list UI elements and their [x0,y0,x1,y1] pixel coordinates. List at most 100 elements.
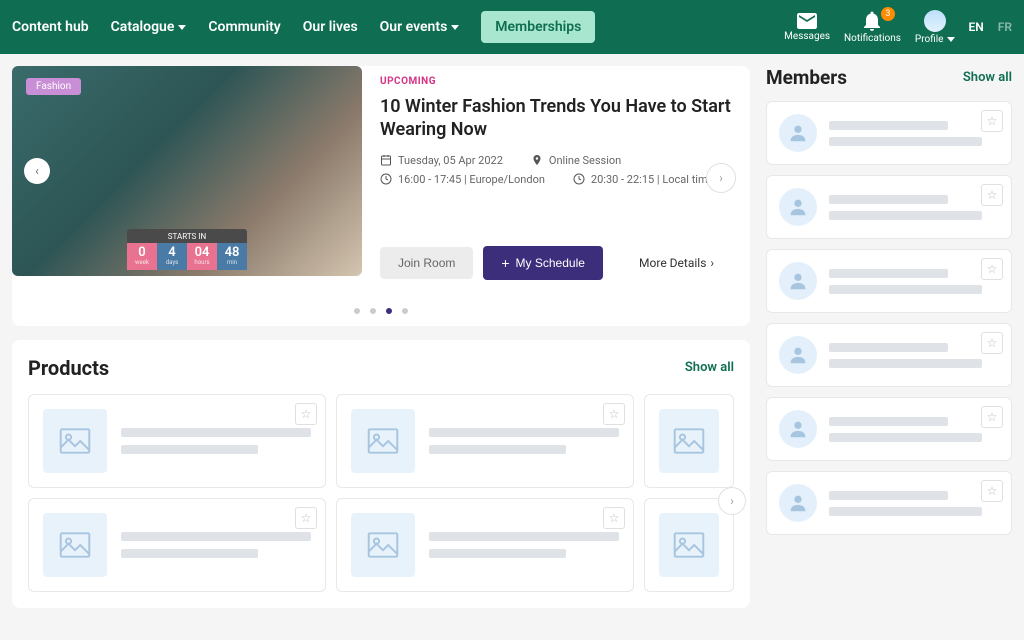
member-name-placeholder [829,269,948,278]
favorite-button[interactable]: ☆ [603,507,625,529]
chevron-down-icon [451,25,459,30]
calendar-icon [380,154,392,166]
product-card-partial[interactable] [644,498,734,592]
star-icon: ☆ [987,188,998,202]
member-name-placeholder [829,417,948,426]
star-icon: ☆ [301,407,312,421]
notification-badge: 3 [881,7,895,21]
event-date-text: Tuesday, 05 Apr 2022 [398,154,503,167]
carousel-next-button[interactable]: › [706,163,736,193]
messages-button[interactable]: Messages [784,13,830,42]
favorite-button[interactable]: ☆ [981,110,1003,132]
member-role-placeholder [829,137,982,146]
product-subtitle-placeholder [121,549,258,558]
member-card[interactable]: ☆ [766,101,1012,165]
product-card-partial[interactable] [644,394,734,488]
event-time-local-text: 20:30 - 22:15 | Local time [591,173,714,186]
favorite-button[interactable]: ☆ [603,403,625,425]
product-image-placeholder [43,513,107,577]
member-avatar [779,188,817,226]
favorite-button[interactable]: ☆ [295,403,317,425]
nav-our-events[interactable]: Our events [380,19,460,35]
member-card[interactable]: ☆ [766,471,1012,535]
countdown: STARTS IN 0 week 4 days 04 [127,229,247,270]
products-title: Products [28,356,109,380]
countdown-days: 4 days [157,243,187,270]
product-card[interactable]: ☆ [336,498,634,592]
profile-button[interactable]: Profile [915,10,955,45]
member-avatar [779,114,817,152]
join-room-button[interactable]: Join Room [380,247,473,279]
messages-label: Messages [784,31,830,42]
carousel-prev-button[interactable]: ‹ [24,158,50,184]
my-schedule-button[interactable]: + My Schedule [483,246,603,280]
favorite-button[interactable]: ☆ [295,507,317,529]
lang-fr[interactable]: FR [998,20,1012,34]
more-details-label: More Details [639,256,706,270]
product-card[interactable]: ☆ [336,394,634,488]
countdown-min: 48 min [217,243,247,270]
member-name-placeholder [829,195,948,204]
product-card[interactable]: ☆ [28,394,326,488]
member-card[interactable]: ☆ [766,397,1012,461]
event-time-origin: 16:00 - 17:45 | Europe/London [380,173,545,186]
countdown-hours-num: 04 [187,246,217,259]
product-title-placeholder [121,532,311,541]
nav-our-lives[interactable]: Our lives [303,19,358,35]
member-card[interactable]: ☆ [766,249,1012,313]
clock-icon [380,173,392,185]
favorite-button[interactable]: ☆ [981,258,1003,280]
favorite-button[interactable]: ☆ [981,406,1003,428]
carousel-dots [12,308,750,314]
nav-content-hub[interactable]: Content hub [12,19,89,35]
event-time-local: 20:30 - 22:15 | Local time [573,173,714,186]
product-image-placeholder [43,409,107,473]
chevron-down-icon [947,37,955,42]
products-show-all[interactable]: Show all [685,360,734,375]
product-image-placeholder [351,409,415,473]
carousel-dot[interactable] [402,308,408,314]
products-next-button[interactable]: › [718,487,746,515]
product-title-placeholder [429,532,619,541]
favorite-button[interactable]: ☆ [981,184,1003,206]
member-card[interactable]: ☆ [766,175,1012,239]
star-icon: ☆ [987,114,998,128]
favorite-button[interactable]: ☆ [981,480,1003,502]
carousel-dot-active[interactable] [386,308,392,314]
carousel-dot[interactable] [354,308,360,314]
members-show-all[interactable]: Show all [963,70,1012,85]
product-subtitle-placeholder [121,445,258,454]
member-role-placeholder [829,433,982,442]
member-name-placeholder [829,121,948,130]
countdown-min-num: 48 [217,246,247,259]
countdown-hours-unit: hours [187,259,217,266]
more-details-link[interactable]: More Details › [639,256,714,270]
event-location-text: Online Session [549,154,621,167]
bell-icon [863,11,881,31]
location-icon [531,154,543,166]
product-subtitle-placeholder [429,445,566,454]
chevron-left-icon: ‹ [35,164,39,178]
product-card[interactable]: ☆ [28,498,326,592]
member-avatar [779,484,817,522]
featured-event-card: Fashion ‹ STARTS IN 0 week 4 [12,66,750,326]
members-section: Members Show all ☆ ☆ [766,66,1012,545]
nav-community[interactable]: Community [208,19,280,35]
event-details: UPCOMING 10 Winter Fashion Trends You Ha… [362,66,750,290]
chevron-right-icon: › [719,171,723,185]
member-role-placeholder [829,211,982,220]
carousel-dot[interactable] [370,308,376,314]
nav-catalogue[interactable]: Catalogue [111,19,187,35]
top-nav: Content hub Catalogue Community Our live… [0,0,1024,54]
member-card[interactable]: ☆ [766,323,1012,387]
product-subtitle-placeholder [429,549,566,558]
chevron-right-icon: › [710,256,714,270]
nav-memberships[interactable]: Memberships [481,11,595,43]
chevron-right-icon: › [730,494,734,508]
member-avatar [779,336,817,374]
favorite-button[interactable]: ☆ [981,332,1003,354]
lang-en[interactable]: EN [969,20,984,34]
notifications-button[interactable]: 3 Notifications [844,11,901,44]
member-role-placeholder [829,507,982,516]
clock-icon [573,173,585,185]
